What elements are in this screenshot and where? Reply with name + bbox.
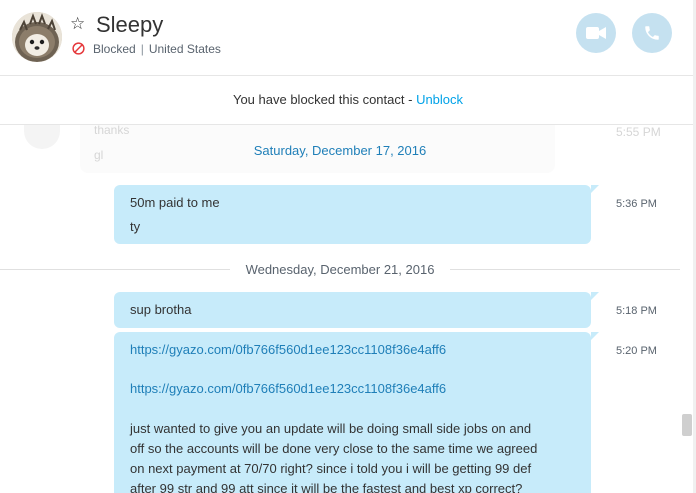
unblock-link[interactable]: Unblock (416, 92, 463, 107)
divider-line (0, 269, 230, 270)
message-bubble[interactable]: https://gyazo.com/0fb766f560d1ee123cc110… (114, 332, 591, 493)
phone-icon (645, 26, 659, 40)
message-line: sup brotha (130, 302, 192, 317)
audio-call-button[interactable] (632, 13, 672, 53)
blocked-icon (72, 42, 85, 55)
status-separator: | (140, 42, 144, 56)
bubble-tail (591, 332, 599, 340)
video-call-button[interactable] (576, 13, 616, 53)
message-line: just wanted to give you an update will b… (130, 421, 532, 436)
gyazo-link[interactable]: https://gyazo.com/0fb766f560d1ee123cc110… (130, 342, 446, 358)
gyazo-link[interactable]: https://gyazo.com/0fb766f560d1ee123cc110… (130, 381, 446, 397)
message-time: 5:20 PM (616, 345, 657, 357)
message-line: off so the accounts will be done very cl… (130, 441, 538, 456)
message-line: ty (130, 219, 141, 234)
contact-location: United States (148, 42, 221, 56)
message-line: 50m paid to me (130, 195, 220, 210)
video-camera-icon (586, 27, 606, 39)
hedgehog-avatar-image (12, 12, 62, 62)
blocked-status: Blocked (93, 42, 136, 56)
conversation-header: ☆ Sleepy Blocked | United States (0, 0, 696, 76)
date-divider: Wednesday, December 21, 2016 (245, 262, 435, 277)
bubble-tail (591, 185, 599, 193)
date-divider: Saturday, December 17, 2016 (253, 143, 427, 158)
scrollbar-thumb[interactable] (682, 414, 692, 436)
blocked-contact-notice: You have blocked this contact - Unblock (0, 76, 696, 125)
message-time: 5:18 PM (616, 305, 657, 317)
message-bubble[interactable]: 50m paid to me ty (114, 185, 591, 244)
contact-avatar[interactable] (12, 12, 62, 62)
contact-name: Sleepy (96, 12, 164, 37)
blocked-notice-text: You have blocked this contact - (232, 92, 417, 107)
message-history[interactable]: thanks gl 5:55 PM Saturday, December 17,… (0, 125, 680, 493)
message-bubble[interactable]: sup brotha (114, 292, 591, 328)
faded-message-time: 5:55 PM (616, 125, 661, 139)
message-time: 5:36 PM (616, 198, 657, 210)
faded-message-line: thanks (94, 125, 130, 137)
divider-line (450, 269, 680, 270)
message-line: after 99 str and 99 att since it will be… (130, 481, 523, 493)
contact-status-row: Blocked | United States (72, 41, 221, 57)
bubble-tail (591, 292, 599, 300)
favorite-star-icon[interactable]: ☆ (70, 13, 85, 35)
message-line: on next payment at 70/70 right? since i … (130, 461, 532, 476)
